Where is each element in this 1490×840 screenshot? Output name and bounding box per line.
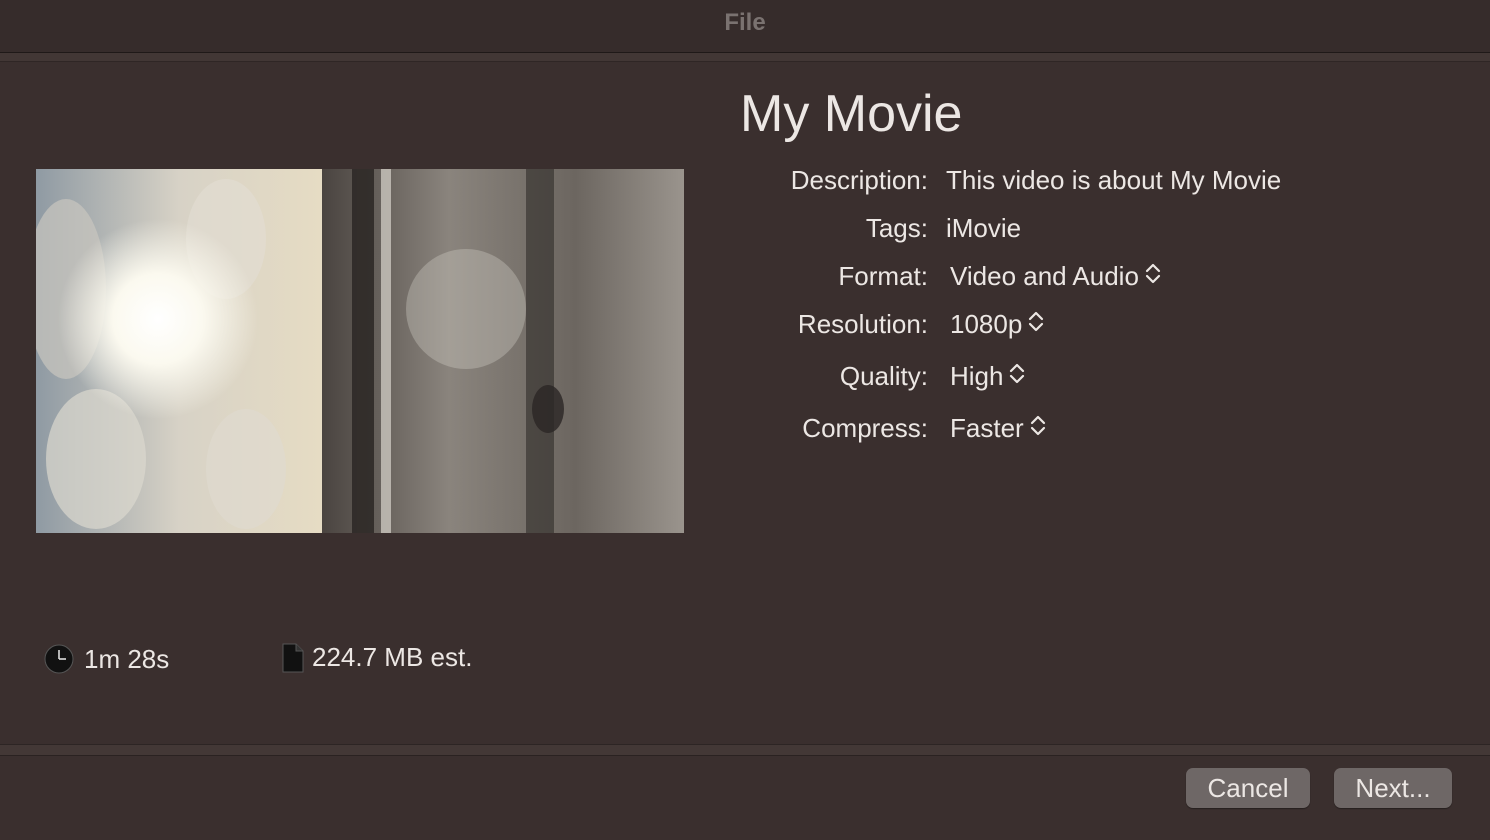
description-label: Description: bbox=[790, 165, 928, 195]
chevron-updown-icon bbox=[1145, 261, 1161, 292]
next-button[interactable]: Next... bbox=[1334, 768, 1452, 808]
quality-popup[interactable]: High bbox=[950, 361, 1025, 392]
movie-title[interactable]: My Movie bbox=[740, 84, 962, 144]
compress-value: Faster bbox=[950, 413, 1024, 443]
chevron-updown-icon bbox=[1009, 361, 1025, 392]
cancel-button[interactable]: Cancel bbox=[1186, 768, 1310, 808]
title-divider bbox=[0, 53, 1490, 62]
chevron-updown-icon bbox=[1030, 413, 1046, 444]
video-thumbnail bbox=[36, 169, 684, 533]
document-icon bbox=[282, 643, 304, 678]
title-bar: File bbox=[0, 0, 1490, 53]
share-file-dialog: File My Movie Description: This video is… bbox=[0, 0, 1490, 840]
quality-value: High bbox=[950, 361, 1004, 391]
description-field[interactable]: This video is about My Movie bbox=[946, 165, 1281, 196]
duration-text: 1m 28s bbox=[84, 644, 170, 674]
resolution-popup[interactable]: 1080p bbox=[950, 309, 1044, 340]
quality-label: Quality: bbox=[839, 361, 928, 391]
footer-divider bbox=[0, 744, 1490, 756]
compress-label: Compress: bbox=[802, 413, 928, 443]
resolution-label: Resolution: bbox=[797, 309, 928, 339]
compress-popup[interactable]: Faster bbox=[950, 413, 1046, 444]
resolution-value: 1080p bbox=[950, 309, 1023, 339]
format-value: Video and Audio bbox=[950, 261, 1139, 291]
tags-label: Tags: bbox=[865, 213, 928, 243]
chevron-updown-icon bbox=[1028, 309, 1044, 340]
format-popup[interactable]: Video and Audio bbox=[950, 261, 1161, 292]
file-size-text: 224.7 MB est. bbox=[312, 642, 473, 672]
clock-icon bbox=[44, 644, 74, 679]
format-label: Format: bbox=[838, 261, 928, 291]
tags-field[interactable]: iMovie bbox=[946, 213, 1021, 244]
window-title: File bbox=[724, 9, 766, 36]
